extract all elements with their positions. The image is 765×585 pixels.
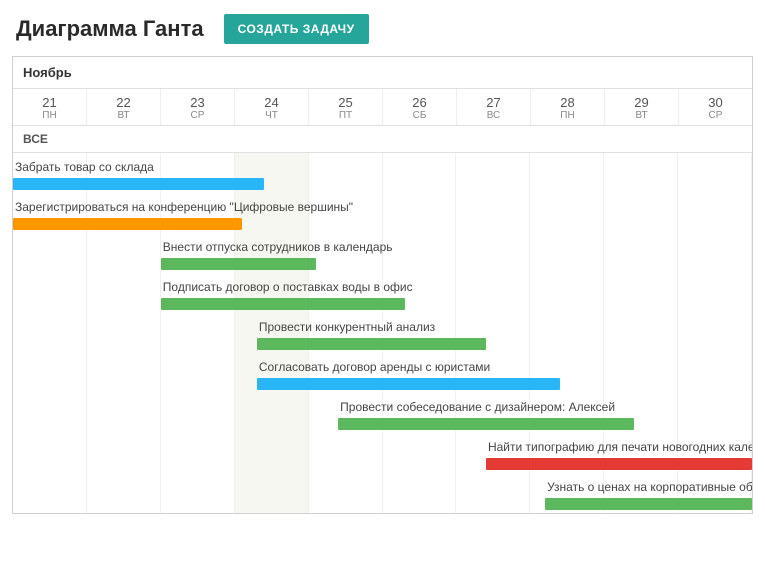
task-label: Зарегистрироваться на конференцию "Цифро… bbox=[13, 197, 242, 218]
day-abbr: ПТ bbox=[309, 110, 382, 121]
all-filter[interactable]: ВСЕ bbox=[13, 126, 752, 153]
day-abbr: ПН bbox=[531, 110, 604, 121]
gantt-container: Ноябрь 21ПН22ВТ23СР24ЧТ25ПТ26СБ27ВС28ПН2… bbox=[12, 56, 753, 514]
day-header-cell[interactable]: 29ВТ bbox=[605, 89, 679, 125]
task-bar[interactable] bbox=[338, 418, 634, 430]
day-number: 30 bbox=[679, 95, 752, 110]
day-abbr: СР bbox=[679, 110, 752, 121]
page-header: Диаграмма Ганта СОЗДАТЬ ЗАДАЧУ bbox=[0, 0, 765, 56]
gantt-task[interactable]: Подписать договор о поставках воды в офи… bbox=[161, 277, 405, 313]
day-abbr: СР bbox=[161, 110, 234, 121]
day-abbr: ВТ bbox=[605, 110, 678, 121]
day-header-cell[interactable]: 21ПН bbox=[13, 89, 87, 125]
task-bar[interactable] bbox=[161, 258, 316, 270]
day-number: 23 bbox=[161, 95, 234, 110]
day-header-cell[interactable]: 26СБ bbox=[383, 89, 457, 125]
task-label: Узнать о ценах на корпоративные обеды bbox=[545, 477, 752, 498]
gantt-task[interactable]: Согласовать договор аренды с юристами bbox=[257, 357, 560, 393]
day-abbr: ВТ bbox=[87, 110, 160, 121]
task-bar[interactable] bbox=[161, 298, 405, 310]
gantt-task[interactable]: Внести отпуска сотрудников в календарь bbox=[161, 237, 316, 273]
task-label: Подписать договор о поставках воды в офи… bbox=[161, 277, 405, 298]
gantt-task[interactable]: Провести конкурентный анализ bbox=[257, 317, 486, 353]
create-task-button[interactable]: СОЗДАТЬ ЗАДАЧУ bbox=[224, 14, 369, 44]
day-number: 21 bbox=[13, 95, 86, 110]
day-header-cell[interactable]: 24ЧТ bbox=[235, 89, 309, 125]
task-label: Забрать товар со склада bbox=[13, 157, 264, 178]
task-bar[interactable] bbox=[545, 498, 752, 510]
day-number: 24 bbox=[235, 95, 308, 110]
task-bar[interactable] bbox=[257, 338, 486, 350]
task-bar[interactable] bbox=[257, 378, 560, 390]
day-header-cell[interactable]: 22ВТ bbox=[87, 89, 161, 125]
day-number: 22 bbox=[87, 95, 160, 110]
day-header-cell[interactable]: 25ПТ bbox=[309, 89, 383, 125]
day-number: 28 bbox=[531, 95, 604, 110]
gantt-task[interactable]: Узнать о ценах на корпоративные обеды bbox=[545, 477, 752, 513]
task-bar[interactable] bbox=[486, 458, 752, 470]
month-label: Ноябрь bbox=[13, 57, 752, 89]
task-label: Найти типографию для печати новогодних к… bbox=[486, 437, 752, 458]
gantt-task[interactable]: Забрать товар со склада bbox=[13, 157, 264, 193]
task-bar[interactable] bbox=[13, 178, 264, 190]
gantt-chart-area: Забрать товар со склада Зарегистрироватьс… bbox=[13, 153, 752, 513]
gantt-task[interactable]: Провести собеседование с дизайнером: Але… bbox=[338, 397, 634, 433]
day-header-cell[interactable]: 27ВС bbox=[457, 89, 531, 125]
days-header: 21ПН22ВТ23СР24ЧТ25ПТ26СБ27ВС28ПН29ВТ30СР bbox=[13, 89, 752, 126]
gantt-task[interactable]: Зарегистрироваться на конференцию "Цифро… bbox=[13, 197, 242, 233]
day-abbr: ВС bbox=[457, 110, 530, 121]
day-abbr: ЧТ bbox=[235, 110, 308, 121]
task-label: Провести собеседование с дизайнером: Але… bbox=[338, 397, 634, 418]
page-title: Диаграмма Ганта bbox=[16, 16, 204, 42]
gantt-task[interactable]: Найти типографию для печати новогодних к… bbox=[486, 437, 752, 473]
day-number: 29 bbox=[605, 95, 678, 110]
day-header-cell[interactable]: 28ПН bbox=[531, 89, 605, 125]
task-label: Согласовать договор аренды с юристами bbox=[257, 357, 560, 378]
day-header-cell[interactable]: 23СР bbox=[161, 89, 235, 125]
day-abbr: ПН bbox=[13, 110, 86, 121]
task-label: Внести отпуска сотрудников в календарь bbox=[161, 237, 316, 258]
day-number: 27 bbox=[457, 95, 530, 110]
task-label: Провести конкурентный анализ bbox=[257, 317, 486, 338]
day-abbr: СБ bbox=[383, 110, 456, 121]
day-number: 25 bbox=[309, 95, 382, 110]
day-header-cell[interactable]: 30СР bbox=[679, 89, 752, 125]
task-bar[interactable] bbox=[13, 218, 242, 230]
day-number: 26 bbox=[383, 95, 456, 110]
